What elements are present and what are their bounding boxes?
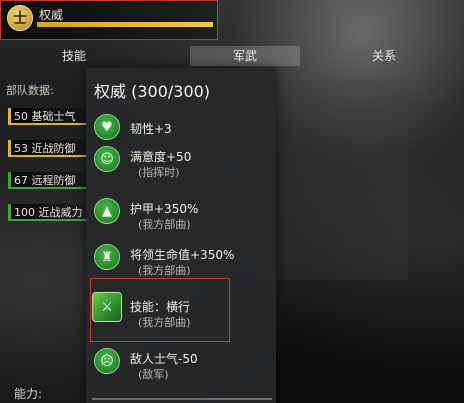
effect-row: ☺ 满意度+50 (指挥时) <box>86 146 276 182</box>
stat-underline <box>11 219 89 221</box>
stat-underline <box>11 123 89 125</box>
heart-plus-icon: ♥ <box>94 114 120 140</box>
general-icon: ♜ <box>94 244 120 270</box>
effect-row: ♥ 韧性+3 <box>86 114 276 144</box>
authority-header[interactable]: 士 权威 <box>0 0 218 40</box>
selected-effect-highlight <box>90 278 230 342</box>
stat-underline <box>11 187 89 189</box>
troop-stat-text: 50 基础士气 <box>14 110 76 123</box>
header-title: 权威 <box>39 8 64 22</box>
divider-line <box>92 398 272 400</box>
authority-progress-fill <box>37 22 213 27</box>
effect-main: 将领生命值+350% <box>130 248 235 262</box>
tab-relations[interactable]: 关系 <box>372 46 396 66</box>
troop-stat-text: 53 近战防御 <box>14 142 76 155</box>
troop-data-label: 部队数据: <box>6 84 54 97</box>
authority-tooltip: 权威 (300/300) ♥ 韧性+3 ☺ 满意度+50 (指挥时) ▲ 护甲+… <box>86 68 276 403</box>
tooltip-title: 权威 (300/300) <box>94 82 211 101</box>
effect-row: ☹ 敌人士气-50 (敌军) <box>86 348 276 384</box>
troop-stat-text: 67 远程防御 <box>14 174 76 187</box>
stat-underline <box>11 155 89 157</box>
tab-skills[interactable]: 技能 <box>62 46 86 66</box>
effect-sub: (我方部曲) <box>138 218 191 231</box>
effect-row: ▲ 护甲+350% (我方部曲) <box>86 198 276 234</box>
troop-stat-text: 100 近战威力 <box>14 206 83 219</box>
armor-up-icon: ▲ <box>94 198 120 224</box>
effect-sub: (指挥时) <box>138 166 180 179</box>
background-panel <box>258 80 408 280</box>
troop-stat-row: 53 近战防御 <box>8 140 90 157</box>
effect-main: 满意度+50 <box>130 150 192 164</box>
effect-sub: (敌军) <box>138 368 169 381</box>
rank-emblem-icon: 士 <box>7 5 33 31</box>
troop-stat-row: 100 近战威力 <box>8 204 90 221</box>
morale-down-icon: ☹ <box>94 348 120 374</box>
effect-row: ♜ 将领生命值+350% (我方部曲) <box>86 244 276 280</box>
tab-bar: 技能 军武 关系 <box>0 46 464 66</box>
effect-main: 护甲+350% <box>130 202 199 216</box>
tab-military[interactable]: 军武 <box>190 46 300 66</box>
person-icon: ☺ <box>94 146 120 172</box>
ability-label: 能力: <box>14 387 43 401</box>
effect-main: 韧性+3 <box>130 122 172 136</box>
effect-sub: (我方部曲) <box>138 264 191 277</box>
effect-main: 敌人士气-50 <box>130 352 198 366</box>
authority-progress-bar <box>37 22 213 27</box>
troop-stat-row: 67 远程防御 <box>8 172 90 189</box>
troop-stat-row: 50 基础士气 <box>8 108 90 125</box>
